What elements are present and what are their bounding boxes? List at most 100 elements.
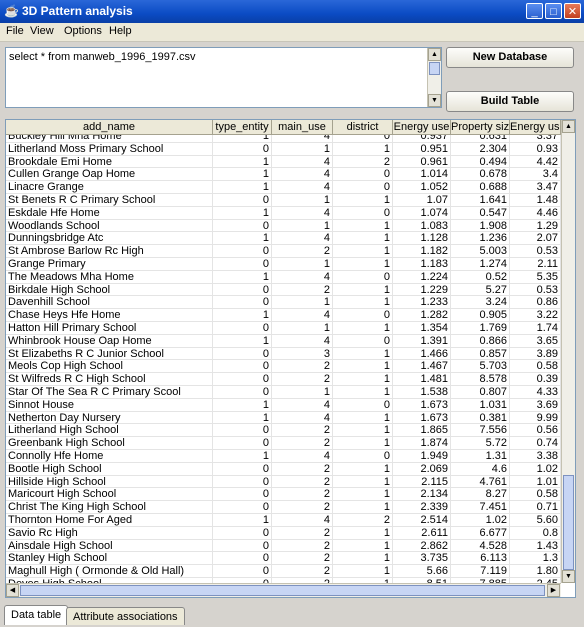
table-cell: 0 (213, 245, 272, 258)
scroll-thumb[interactable] (563, 475, 574, 570)
table-row[interactable]: Sinnot House 1 4 0 1.673 1.031 3.69 (6, 398, 561, 412)
table-row[interactable]: St Ambrose Barlow Rc High 0 2 1 1.182 5.003 0.… (6, 245, 561, 258)
table-cell: 1 (333, 552, 393, 565)
table-cell: 2.115 (393, 475, 451, 488)
scroll-thumb[interactable] (20, 585, 545, 596)
table-row[interactable]: Savio Rc High 0 2 1 2.611 6.677 0.8 (6, 526, 561, 540)
table-cell: 2 (272, 526, 333, 539)
table-row[interactable]: Stanley High School 0 2 1 3.735 6.113 1.3 (6, 552, 561, 566)
table-cell: 4.46 (510, 206, 561, 219)
table-row[interactable]: Grange Primary 0 1 1 1.183 1.274 2.11 (6, 258, 561, 271)
tab-attribute-associations[interactable]: Attribute associations (66, 607, 185, 625)
table-cell: 3.735 (393, 552, 451, 565)
table-cell: 3.47 (510, 181, 561, 194)
column-header[interactable]: add_name (6, 120, 213, 134)
table-cell: Christ The King High School (6, 501, 213, 514)
scroll-right-arrow-icon[interactable]: ▶ (547, 584, 560, 597)
menu-file[interactable]: File (6, 25, 24, 37)
table-row[interactable]: Linacre Grange 1 4 0 1.052 0.688 3.47 (6, 181, 561, 194)
scroll-thumb[interactable] (429, 62, 440, 75)
table-row[interactable]: Cullen Grange Oap Home 1 4 0 1.014 0.678 3.4 (6, 168, 561, 182)
table-cell: 1 (272, 258, 333, 270)
table-cell: 4 (272, 155, 333, 168)
table-horizontal-scrollbar[interactable]: ◀ ▶ (6, 583, 561, 597)
table-row[interactable]: The Meadows Mha Home 1 4 0 1.224 0.52 5.35 (6, 270, 561, 284)
table-cell: 0.56 (510, 424, 561, 437)
table-row[interactable]: Thornton Home For Aged 1 4 2 2.514 1.02 5.60 (6, 514, 561, 527)
table-row[interactable]: Ainsdale High School 0 2 1 2.862 4.528 1.43 (6, 539, 561, 553)
column-header[interactable]: Energy use (393, 120, 451, 134)
build-table-button[interactable]: Build Table (446, 91, 574, 112)
table-cell: 0 (213, 373, 272, 386)
table-row[interactable]: Whinbrook House Oap Home 1 4 0 1.391 0.866 3.6… (6, 334, 561, 348)
table-row[interactable]: Maghull High ( Ormonde & Old Hall) 0 2 1 5.6… (6, 565, 561, 578)
table-row[interactable]: Litherland High School 0 2 1 1.865 7.556 0.56 (6, 424, 561, 438)
tab-data-table[interactable]: Data table (4, 605, 69, 625)
minimize-button[interactable]: _ (526, 3, 543, 19)
table-row[interactable]: Buckley Hill Mha Home 1 4 0 0.937 0.631 3.37 (6, 135, 561, 143)
table-cell: 1 (213, 411, 272, 424)
table-row[interactable]: Meols Cop High School 0 2 1 1.467 5.703 0.58 (6, 360, 561, 374)
table-row[interactable]: Chase Heys Hfe Home 1 4 0 1.282 0.905 3.22 (6, 309, 561, 322)
scroll-up-arrow-icon[interactable]: ▲ (428, 48, 441, 61)
title-bar: ☕ 3D Pattern analysis _ □ ✕ (0, 0, 584, 23)
column-header[interactable]: district (333, 120, 393, 134)
table-row[interactable]: Hillside High School 0 2 1 2.115 4.761 1.01 (6, 475, 561, 489)
column-header[interactable]: Energy use (510, 120, 561, 134)
table-row[interactable]: St Elizabeths R C Junior School 0 3 1 1.466 0… (6, 347, 561, 361)
table-row[interactable]: Christ The King High School 0 2 1 2.339 7.451… (6, 501, 561, 514)
table-cell: 1 (333, 565, 393, 578)
table-row[interactable]: Dunningsbridge Atc 1 4 1 1.128 1.236 2.07 (6, 232, 561, 246)
menu-options[interactable]: Options (64, 25, 102, 37)
table-cell: Grange Primary (6, 258, 213, 270)
table-row[interactable]: Star Of The Sea R C Primary Scool 0 1 1 1.53… (6, 386, 561, 399)
table-cell: 0.494 (451, 155, 510, 168)
table-row[interactable]: Davenhill School 0 1 1 1.233 3.24 0.86 (6, 296, 561, 310)
scroll-down-arrow-icon[interactable]: ▼ (562, 570, 575, 583)
table-row[interactable]: Greenbank High School 0 2 1 1.874 5.72 0.74 (6, 437, 561, 450)
scroll-down-arrow-icon[interactable]: ▼ (428, 94, 441, 107)
table-cell: 1.183 (393, 258, 451, 270)
maximize-button[interactable]: □ (545, 3, 562, 19)
table-cell: 1 (333, 232, 393, 245)
table-cell: 2.134 (393, 488, 451, 501)
table-row[interactable]: Bootle High School 0 2 1 2.069 4.6 1.02 (6, 462, 561, 476)
column-header[interactable]: main_use (272, 120, 333, 134)
table-cell: 0.86 (510, 296, 561, 309)
table-cell: 1.02 (451, 514, 510, 526)
table-cell: 7.556 (451, 424, 510, 437)
table-row[interactable]: Hatton Hill Primary School 0 1 1 1.354 1.769 1… (6, 322, 561, 335)
table-row[interactable]: St Wilfreds R C High School 0 2 1 1.481 8.578… (6, 373, 561, 386)
table-row[interactable]: St Benets R C Primary School 0 1 1 1.07 1.641… (6, 194, 561, 207)
table-row[interactable]: Maricourt High School 0 2 1 2.134 8.27 0.58 (6, 488, 561, 502)
table-cell: 0 (213, 322, 272, 334)
menu-help[interactable]: Help (109, 25, 132, 37)
scroll-left-arrow-icon[interactable]: ◀ (6, 584, 19, 597)
table-cell: 1 (213, 514, 272, 526)
scroll-up-arrow-icon[interactable]: ▲ (562, 120, 575, 133)
menu-view[interactable]: View (30, 25, 54, 37)
table-row[interactable]: Netherton Day Nursery 1 4 1 1.673 0.381 9.99 (6, 411, 561, 425)
table-row[interactable]: Woodlands School 0 1 1 1.083 1.908 1.29 (6, 219, 561, 233)
table-cell: 0 (333, 270, 393, 283)
table-row[interactable]: Litherland Moss Primary School 0 1 1 0.951 2.… (6, 142, 561, 156)
table-row[interactable]: Eskdale Hfe Home 1 4 0 1.074 0.547 4.46 (6, 206, 561, 220)
table-vertical-scrollbar[interactable]: ▲ ▼ (561, 120, 575, 583)
table-row[interactable]: Birkdale High School 0 2 1 1.229 5.27 0.53 (6, 283, 561, 297)
column-header[interactable]: Property size (451, 120, 510, 134)
table-row[interactable]: Brookdale Emi Home 1 4 2 0.961 0.494 4.42 (6, 155, 561, 169)
table-cell: Thornton Home For Aged (6, 514, 213, 526)
new-database-button[interactable]: New Database (446, 47, 574, 68)
query-textarea[interactable]: select * from manweb_1996_1997.csv ▲ ▼ (5, 47, 442, 108)
table-cell: 0 (213, 565, 272, 578)
table-cell: 1.233 (393, 296, 451, 309)
table-cell: 4.528 (451, 539, 510, 552)
table-cell: Davenhill School (6, 296, 213, 309)
menu-bar: File View Options Help (0, 23, 584, 42)
column-header[interactable]: type_entity (213, 120, 272, 134)
table-row[interactable]: Connolly Hfe Home 1 4 0 1.949 1.31 3.38 (6, 450, 561, 463)
table-cell: 1 (333, 488, 393, 501)
query-scrollbar[interactable]: ▲ ▼ (427, 48, 441, 107)
close-button[interactable]: ✕ (564, 3, 581, 19)
table-cell: 2 (272, 565, 333, 578)
